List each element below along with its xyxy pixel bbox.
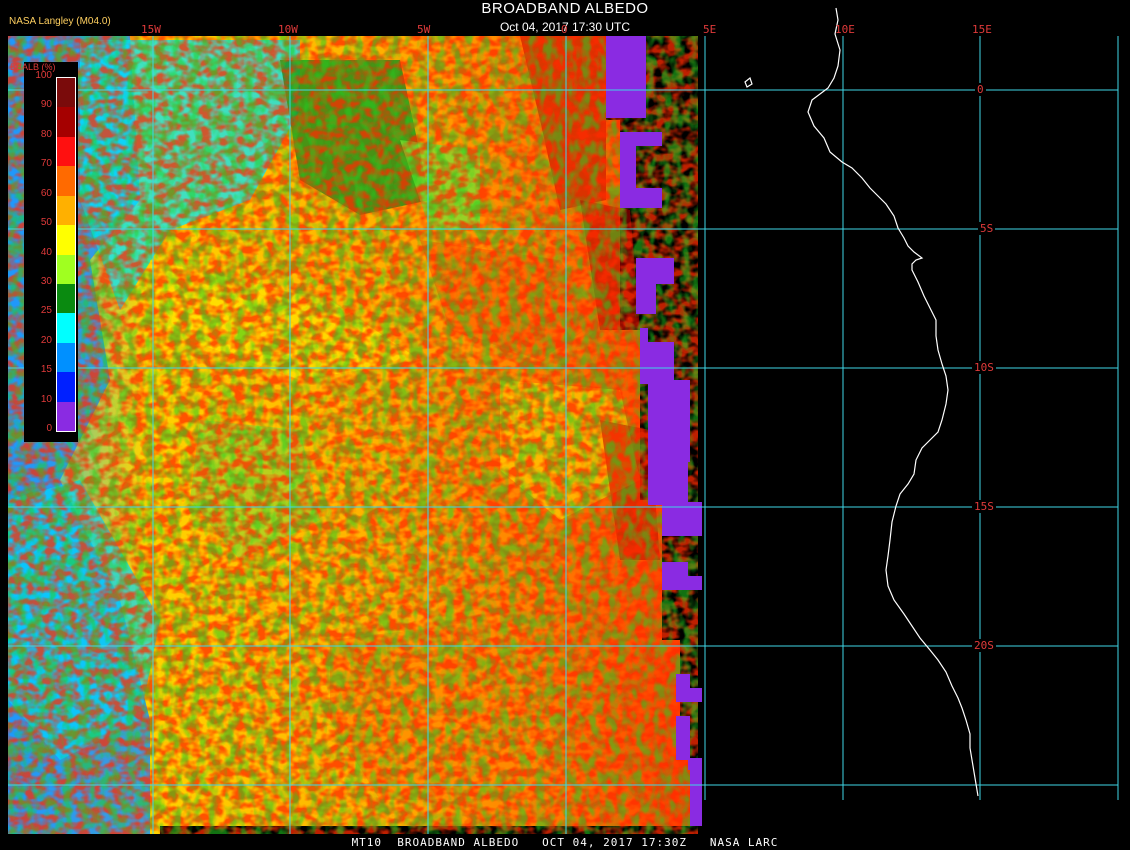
legend-tick-label: 25 [40, 305, 52, 317]
lon-label-15e: 15E [972, 23, 992, 36]
lon-label-10w: 10W [278, 23, 298, 36]
lon-label-0: 0 [561, 23, 568, 36]
legend-swatch [57, 78, 75, 108]
legend-tick-label: 70 [40, 158, 52, 170]
coastline [744, 7, 979, 797]
albedo-legend: BBALB (%) 100 90 80 70 60 50 40 30 25 20 15 10 0 [10, 62, 78, 442]
legend-swatch [57, 313, 75, 344]
legend-tick-label: 50 [40, 217, 52, 229]
lat-label-15s: 15S [972, 500, 996, 513]
legend-swatch [57, 107, 75, 138]
legend-tick-label: 100 [35, 70, 52, 81]
albedo-map [8, 7, 1119, 834]
legend-swatch [57, 166, 75, 197]
legend-swatch [57, 225, 75, 255]
lon-label-10e: 10E [835, 23, 855, 36]
legend-tick-label: 15 [40, 364, 52, 376]
lat-label-20s: 20S [972, 639, 996, 652]
lat-label-10s: 10S [972, 361, 996, 374]
footer-caption: MT10 BROADBAND ALBEDO OCT 04, 2017 17:30… [351, 836, 779, 849]
lon-label-5e: 5E [703, 23, 717, 36]
lon-label-15w: 15W [141, 23, 161, 36]
legend-tick-label: 20 [40, 334, 52, 346]
legend-tick-label: 30 [40, 275, 52, 287]
legend-tick-label: 40 [40, 246, 52, 258]
legend-swatch [57, 283, 75, 314]
map-title: BROADBAND ALBEDO [481, 0, 649, 17]
legend-tick-label: 10 [40, 393, 52, 405]
legend-tick-label: 90 [40, 99, 52, 111]
legend-swatch [57, 254, 75, 285]
legend-tick-label: 80 [40, 128, 52, 140]
legend-swatch [57, 195, 75, 226]
legend-swatch [57, 372, 75, 403]
legend-swatch [57, 401, 75, 432]
legend-swatch [57, 136, 75, 167]
legend-tick-label: 60 [40, 187, 52, 199]
lon-label-5w: 5W [417, 23, 431, 36]
lat-label-0: 0 [975, 83, 986, 96]
cloud-swath [8, 36, 698, 834]
legend-tick-label: 0 [46, 423, 52, 434]
legend-color-bar [56, 77, 76, 432]
legend-swatch [57, 342, 75, 373]
lat-label-5s: 5S [978, 222, 996, 235]
producer-credit: NASA Langley (M04.0) [9, 16, 111, 27]
